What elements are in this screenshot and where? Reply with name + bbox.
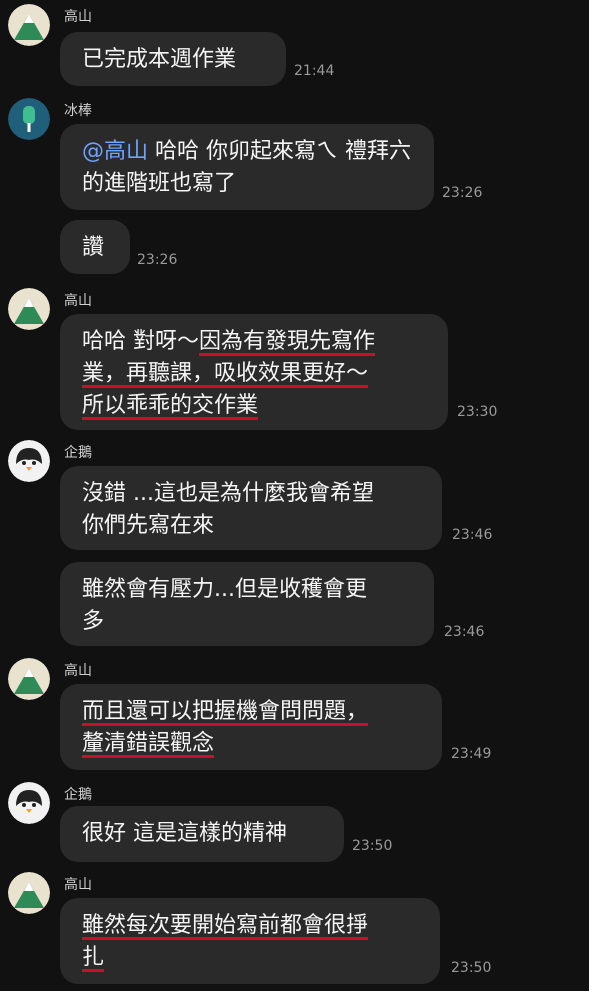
message-time: 23:46: [444, 624, 485, 640]
mention-link[interactable]: @高山: [82, 139, 148, 164]
underlined-text: 雖然每次要開始寫前都會很掙: [82, 913, 369, 938]
sender-name: 高山: [64, 877, 92, 893]
message-time: 23:26: [137, 252, 178, 268]
message-line: 所以乖乖的交作業: [82, 390, 426, 422]
message-bubble[interactable]: 已完成本週作業: [60, 32, 286, 86]
message-bubble[interactable]: 很好 這是這樣的精神: [60, 806, 344, 862]
message-bubble[interactable]: @高山 哈哈 你卯起來寫ㄟ 禮拜六的進階班也寫了: [60, 124, 434, 210]
message-text: 很好 這是這樣的精神: [82, 821, 287, 846]
avatar-mountain[interactable]: [8, 658, 50, 700]
message-line: 雖然會有壓力...但是收穫會更: [82, 577, 367, 602]
message-time: 23:26: [442, 185, 483, 201]
message-line: 你們先寫在來: [82, 513, 215, 538]
message-line: 多: [82, 609, 105, 634]
message-time: 23:46: [452, 527, 493, 543]
message-line: 雖然每次要開始寫前都會很掙: [82, 910, 418, 942]
sender-name: 高山: [64, 9, 92, 25]
message-line: 哈哈 對呀～因為有發現先寫作: [82, 326, 426, 358]
message-time: 23:50: [352, 838, 393, 854]
message-text: 哈哈 對呀～: [82, 329, 199, 354]
message-bubble[interactable]: 沒錯 ...這也是為什麼我會希望 你們先寫在來: [60, 466, 442, 550]
message-text: 已完成本週作業: [82, 47, 237, 72]
message-bubble[interactable]: 雖然每次要開始寫前都會很掙 扎: [60, 898, 440, 984]
underlined-text: 業，再聽課，吸收效果更好～: [82, 361, 369, 386]
message-time: 21:44: [294, 63, 335, 79]
sender-name: 冰棒: [64, 103, 92, 119]
message-line: 業，再聽課，吸收效果更好～: [82, 358, 426, 390]
sender-name: 企鵝: [64, 445, 92, 461]
underlined-text: 所以乖乖的交作業: [82, 393, 259, 418]
message-time: 23:49: [451, 746, 492, 762]
message-time: 23:50: [451, 960, 492, 976]
sender-name: 高山: [64, 663, 92, 679]
underlined-text: 而且還可以把握機會問問題，: [82, 699, 369, 724]
sender-name: 高山: [64, 293, 92, 309]
avatar-penguin[interactable]: [8, 440, 50, 482]
message-bubble[interactable]: 讚: [60, 220, 130, 274]
message-line: 扎: [82, 942, 418, 974]
message-time: 23:30: [457, 404, 498, 420]
underlined-text: 釐清錯誤觀念: [82, 731, 215, 756]
underlined-text: 扎: [82, 945, 105, 970]
avatar-mountain[interactable]: [8, 872, 50, 914]
message-line: 釐清錯誤觀念: [82, 728, 420, 760]
message-line: 而且還可以把握機會問問題，: [82, 696, 420, 728]
message-bubble[interactable]: 哈哈 對呀～因為有發現先寫作 業，再聽課，吸收效果更好～ 所以乖乖的交作業: [60, 314, 448, 430]
message-line: 沒錯 ...這也是為什麼我會希望: [82, 481, 374, 506]
avatar-penguin[interactable]: [8, 782, 50, 824]
message-text: 讚: [82, 235, 105, 260]
underlined-text: 因為有發現先寫作: [199, 329, 376, 354]
avatar-popsicle[interactable]: [8, 98, 50, 140]
message-bubble[interactable]: 雖然會有壓力...但是收穫會更 多: [60, 562, 434, 646]
message-bubble[interactable]: 而且還可以把握機會問問題， 釐清錯誤觀念: [60, 684, 442, 770]
avatar-mountain[interactable]: [8, 288, 50, 330]
avatar-mountain[interactable]: [8, 4, 50, 46]
sender-name: 企鵝: [64, 787, 92, 803]
